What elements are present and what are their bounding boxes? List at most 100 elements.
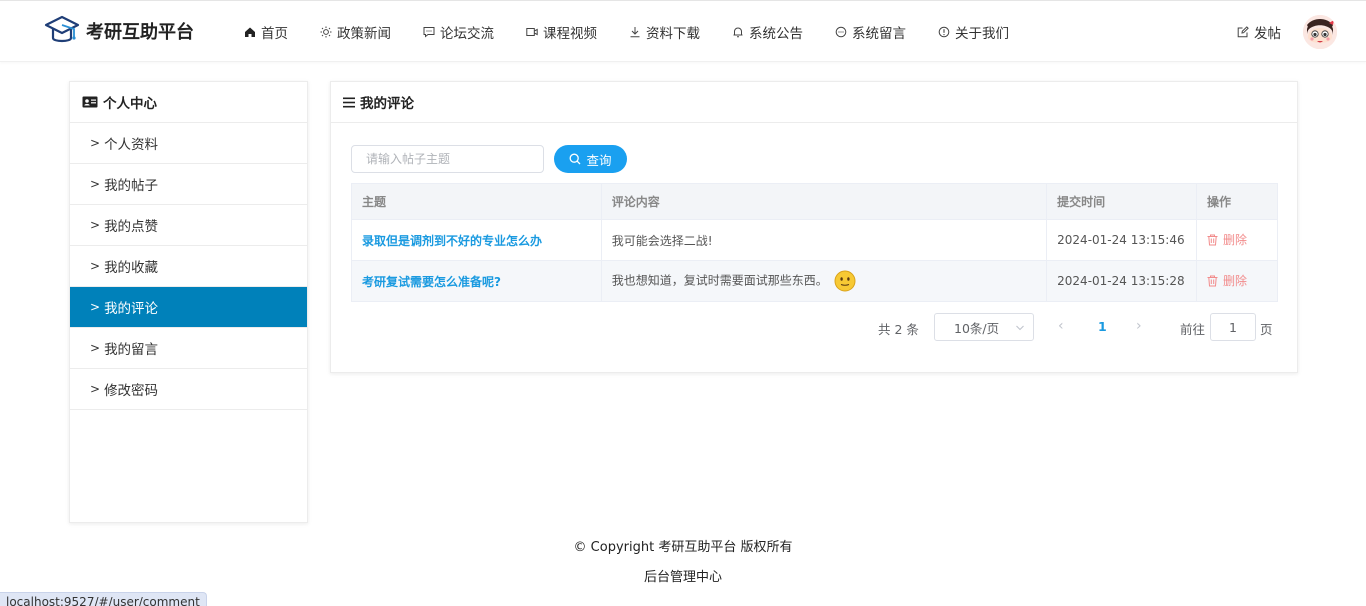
trash-icon [1207,234,1218,246]
home-icon [243,25,257,39]
avatar-image [1303,15,1337,49]
nav-item-label: 资料下载 [646,26,700,42]
chevron-right-icon: > [90,218,101,232]
sidebar-item-label: 个人资料 [104,137,159,153]
post-button-label: 发帖 [1254,26,1281,42]
table-row: 录取但是调剂到不好的专业怎么办 我可能会选择二战! 2024-01-24 13:… [351,219,1278,261]
nav-item-downloads[interactable]: 资料下载 [628,22,700,42]
table-row: 考研复试需要怎么准备呢? 我也想知道，复试时需要面试那些东西。 2024-01-… [351,260,1278,302]
chevron-right-icon: > [90,259,101,273]
sidebar-item-label: 我的收藏 [104,260,159,276]
chevron-right-icon: > [90,382,101,396]
nav-item-label: 系统公告 [749,26,803,42]
chevron-right-icon: > [90,136,101,150]
graduation-cap-icon [44,15,80,43]
download-icon [628,25,642,39]
sidebar-item-label: 我的帖子 [104,178,159,194]
page-size-select[interactable]: 10条/页 [934,313,1034,341]
column-header-content: 评论内容 [600,183,1048,220]
row-actions: 删除 [1196,260,1278,302]
chevron-right-icon: > [90,341,101,355]
logo-text: 考研互助平台 [86,22,194,43]
main-nav: 首页 政策新闻 论坛交流 课程视频 资料下载 系统公告 系统留言 关于我们 [243,22,1040,42]
my-comments-panel: 我的评论 查询 主题 评论内容 提交时间 操作 录取但是调剂到不好的专业怎么办 … [330,81,1298,373]
nav-item-label: 课程视频 [543,26,597,42]
next-page-button[interactable]: › [1136,318,1142,334]
row-topic-link[interactable]: 录取但是调剂到不好的专业怎么办 [351,219,602,261]
comments-table: 主题 评论内容 提交时间 操作 录取但是调剂到不好的专业怎么办 我可能会选择二战… [351,183,1278,302]
nav-item-announcements[interactable]: 系统公告 [731,22,803,42]
panel-title: 我的评论 [360,96,414,112]
nav-item-about[interactable]: 关于我们 [937,22,1009,42]
sun-icon [319,25,333,39]
copyright-text: © Copyright 考研互助平台 版权所有 [573,540,793,555]
nav-item-policy-news[interactable]: 政策新闻 [319,22,391,42]
delete-label: 删除 [1223,233,1248,248]
comment-text: 我可能会选择二战! [611,233,713,248]
admin-center-link[interactable]: 后台管理中心 [0,566,1366,585]
id-card-icon [82,96,98,108]
nav-item-messages[interactable]: 系统留言 [834,22,906,42]
delete-label: 删除 [1223,274,1248,289]
delete-button[interactable]: 删除 [1207,231,1247,248]
sidebar-item-profile[interactable]: > 个人资料 [70,123,307,164]
query-button[interactable]: 查询 [554,145,627,173]
post-button[interactable]: 发帖 [1237,22,1281,42]
query-button-label: 查询 [586,152,612,168]
goto-label: 前往 [1180,322,1206,337]
nav-item-label: 关于我们 [955,26,1009,42]
sidebar-item-my-comments[interactable]: > 我的评论 [70,287,307,328]
sidebar-item-my-messages[interactable]: > 我的留言 [70,328,307,369]
menu-icon [343,97,355,107]
sidebar-item-label: 我的点赞 [104,219,159,235]
search-icon [570,153,581,165]
chevron-right-icon: > [90,177,101,191]
nav-item-label: 论坛交流 [440,26,494,42]
goto-page-input[interactable] [1210,313,1256,341]
prev-page-button[interactable]: ‹ [1058,318,1064,334]
row-submit-time: 2024-01-24 13:15:28 [1046,260,1198,302]
topic-search-input[interactable] [351,145,544,173]
info-icon [937,25,951,39]
pagination-total: 共 2 条 [878,322,919,337]
page-size-value: 10条/页 [954,320,1000,336]
nav-item-label: 首页 [261,26,288,42]
avatar[interactable] [1303,15,1337,49]
edit-icon [1237,26,1249,38]
column-header-action: 操作 [1196,183,1278,220]
row-comment-content: 我可能会选择二战! [600,219,1048,261]
sidebar-item-my-likes[interactable]: > 我的点赞 [70,205,307,246]
sidebar-item-change-password[interactable]: > 修改密码 [70,369,307,410]
sidebar-item-my-favorites[interactable]: > 我的收藏 [70,246,307,287]
trash-icon [1207,275,1218,287]
delete-button[interactable]: 删除 [1207,272,1247,289]
row-comment-content: 我也想知道，复试时需要面试那些东西。 [600,260,1048,302]
table-header-row: 主题 评论内容 提交时间 操作 [351,183,1278,220]
status-bar-url: localhost:9527/#/user/comment [0,592,207,606]
sidebar-header: 个人中心 [70,82,307,123]
nav-item-forum[interactable]: 论坛交流 [422,22,494,42]
nav-item-home[interactable]: 首页 [243,22,288,42]
nav-item-label: 系统留言 [852,26,906,42]
page-number-current[interactable]: 1 [1098,319,1107,334]
user-center-sidebar: 个人中心 > 个人资料 > 我的帖子 > 我的点赞 > 我的收藏 > 我的评论 … [69,81,308,523]
sidebar-title: 个人中心 [103,96,157,112]
message-icon [834,25,848,39]
video-icon [525,25,539,39]
top-header: 考研互助平台 首页 政策新闻 论坛交流 课程视频 资料下载 系统公告 系统留言 … [0,0,1366,62]
comment-text: 我也想知道，复试时需要面试那些东西。 [611,273,828,288]
sidebar-item-my-posts[interactable]: > 我的帖子 [70,164,307,205]
sidebar-item-label: 我的留言 [104,342,159,358]
chat-square-icon [422,25,436,39]
panel-header: 我的评论 [331,82,1297,123]
row-actions: 删除 [1196,219,1278,261]
sidebar-item-label: 我的评论 [104,301,159,317]
nav-item-course-videos[interactable]: 课程视频 [525,22,597,42]
row-submit-time: 2024-01-24 13:15:46 [1046,219,1198,261]
logo[interactable]: 考研互助平台 [44,13,194,49]
smiley-emoji-icon [834,270,856,292]
row-topic-link[interactable]: 考研复试需要怎么准备呢? [351,260,602,302]
column-header-topic: 主题 [351,183,602,220]
pagination: 共 2 条 10条/页 ‹ 1 › 前往 页 [331,313,1299,341]
column-header-time: 提交时间 [1046,183,1198,220]
